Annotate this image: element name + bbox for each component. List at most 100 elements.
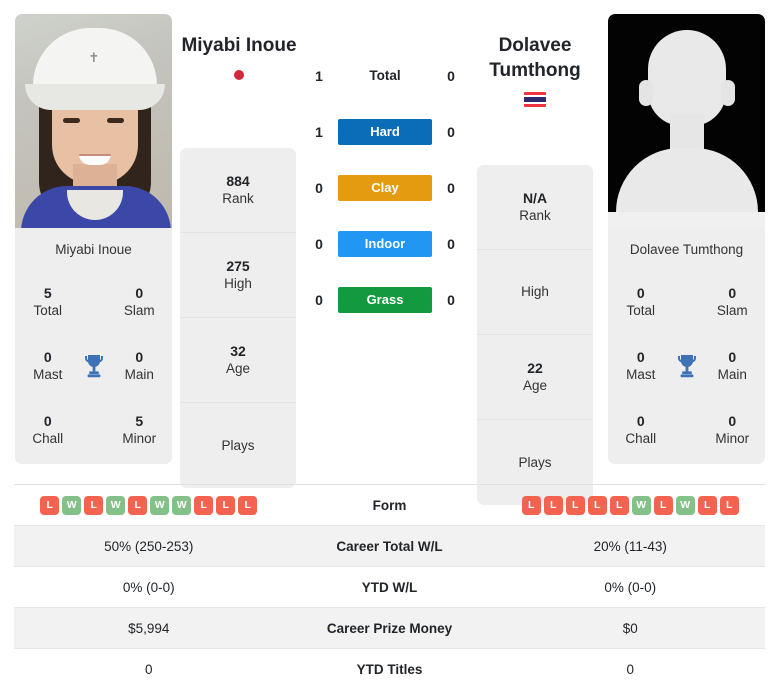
titles-cell-minor: 5 Minor — [113, 413, 167, 447]
titles-label: Chall — [625, 430, 657, 446]
titles-cell-minor: 0 Minor — [706, 413, 760, 447]
stat-label: Rank — [519, 208, 551, 224]
titles-value: 5 — [135, 413, 144, 429]
surface-badge-grass[interactable]: Grass — [338, 287, 432, 313]
comparison-table: LWLWLWWLLL Form LLLLLWLWLL 50% (250-253)… — [14, 484, 765, 690]
japan-flag-icon — [228, 67, 250, 83]
form-badge-loss: L — [609, 495, 629, 515]
avatar-base — [608, 212, 765, 228]
stat-age-left: 32 Age — [180, 318, 296, 403]
titles-value: 5 — [43, 285, 52, 301]
titles-cell-main: 0 Main — [706, 349, 760, 383]
titles-cell-chall: 0 Chall — [21, 413, 75, 447]
stat-stack-left: 884 Rank 275 High 32 Age Plays — [180, 148, 296, 488]
titles-label: Total — [626, 302, 656, 318]
stat-rank-right: N/A Rank — [477, 165, 593, 250]
player-photo-right — [608, 14, 765, 228]
h2h-row-clay: 0 Clay 0 — [300, 174, 470, 202]
form-badge-loss: L — [521, 495, 541, 515]
stat-label: Plays — [518, 454, 552, 470]
table-row-ytd-wl: 0% (0-0) YTD W/L 0% (0-0) — [14, 567, 765, 608]
titles-grid-left: 5 Total 0 Slam 0 Mast 0 Main 0 Chall 5 M… — [15, 270, 172, 462]
titles-cell-chall: 0 Chall — [614, 413, 668, 447]
portrait-eye-right — [107, 118, 124, 123]
table-row-label: Career Total W/L — [336, 538, 443, 554]
form-badge-win: W — [150, 495, 170, 515]
form-badge-loss: L — [565, 495, 585, 515]
titles-cell-mast: 0 Mast — [614, 349, 668, 383]
titles-label: Main — [124, 366, 154, 382]
h2h-score-right: 0 — [447, 68, 455, 84]
player-name-left-text: Miyabi Inoue — [181, 35, 297, 56]
h2h-score-left: 0 — [315, 236, 323, 252]
stat-stack-right: N/A Rank High 22 Age Plays — [477, 165, 593, 505]
form-badge-win: W — [675, 495, 695, 515]
titles-label: Slam — [716, 302, 748, 318]
h2h-label-total: Total — [369, 68, 401, 83]
value-left: $5,994 — [128, 620, 170, 636]
stat-label: Plays — [221, 437, 255, 453]
h2h-score-right: 0 — [447, 180, 455, 196]
table-row-label: YTD Titles — [356, 662, 423, 677]
player-name-right[interactable]: Dolavee Tumthong — [468, 33, 602, 108]
form-cell-right: LLLLLWLWLL — [496, 495, 766, 515]
stat-value: 22 — [527, 360, 543, 377]
value-right: 0% (0-0) — [604, 579, 657, 595]
stat-rank-left: 884 Rank — [180, 148, 296, 233]
form-badge-loss: L — [194, 495, 214, 515]
form-badge-loss: L — [543, 495, 563, 515]
titles-value: 0 — [636, 349, 645, 365]
value-left: 0 — [144, 662, 153, 677]
h2h-score-left: 0 — [315, 292, 323, 308]
table-row-ytd-titles: 0 YTD Titles 0 — [14, 649, 765, 690]
titles-cell-slam: 0 Slam — [113, 285, 167, 319]
titles-value: 0 — [728, 413, 737, 429]
stat-label: Age — [522, 378, 548, 394]
stat-age-right: 22 Age — [477, 335, 593, 420]
player-card-right: Dolavee Tumthong 0 Total 0 Slam 0 Mast 0… — [608, 14, 765, 464]
titles-label: Chall — [32, 430, 64, 446]
form-badge-loss: L — [216, 495, 236, 515]
stat-plays-left: Plays — [180, 403, 296, 488]
form-badge-win: W — [106, 495, 126, 515]
avatar-ear-left — [639, 80, 653, 106]
titles-cell-main: 0 Main — [113, 349, 167, 383]
player-name-left[interactable]: Miyabi Inoue — [168, 33, 310, 83]
titles-label: Slam — [123, 302, 155, 318]
form-badge-loss: L — [40, 495, 60, 515]
surface-badge-clay[interactable]: Clay — [338, 175, 432, 201]
table-row-career-wl: 50% (250-253) Career Total W/L 20% (11-4… — [14, 526, 765, 567]
table-row-label: Career Prize Money — [326, 620, 453, 636]
titles-row: 0 Mast 0 Main — [614, 334, 759, 398]
h2h-row-indoor: 0 Indoor 0 — [300, 230, 470, 258]
titles-cell-slam: 0 Slam — [706, 285, 760, 319]
stat-label: High — [224, 276, 252, 292]
titles-cell-total: 0 Total — [614, 285, 668, 319]
surface-badge-hard[interactable]: Hard — [338, 119, 432, 145]
titles-value: 0 — [43, 349, 52, 365]
titles-row: 0 Chall 5 Minor — [21, 398, 166, 462]
form-strip-left: LWLWLWWLLL — [40, 495, 258, 515]
titles-label: Mast — [33, 366, 63, 382]
stat-value: N/A — [522, 190, 548, 207]
stat-high-left: 275 High — [180, 233, 296, 318]
titles-value: 0 — [135, 349, 144, 365]
titles-cell-total: 5 Total — [21, 285, 75, 319]
h2h-row-total: 1 Total 0 — [300, 62, 470, 90]
form-badge-loss: L — [587, 495, 607, 515]
cap-logo-icon: ✝ — [88, 51, 100, 66]
surface-badge-indoor[interactable]: Indoor — [338, 231, 432, 257]
value-left: 50% (250-253) — [104, 538, 194, 554]
table-row-label: Form — [372, 497, 407, 513]
table-row-form: LWLWLWWLLL Form LLLLLWLWLL — [14, 485, 765, 526]
form-badge-loss: L — [238, 495, 258, 515]
h2h-row-grass: 0 Grass 0 — [300, 286, 470, 314]
titles-label: Mast — [626, 366, 656, 382]
trophy-icon — [75, 353, 113, 379]
titles-label: Minor — [122, 430, 157, 446]
portrait-cap-brim — [25, 84, 165, 110]
value-right: 0 — [626, 662, 634, 677]
form-badge-loss: L — [719, 495, 739, 515]
player-comparison-header: ✝ Miyabi Inoue 5 Total 0 Slam 0 Mast 0 M… — [0, 0, 779, 505]
stat-value: 884 — [226, 173, 250, 190]
